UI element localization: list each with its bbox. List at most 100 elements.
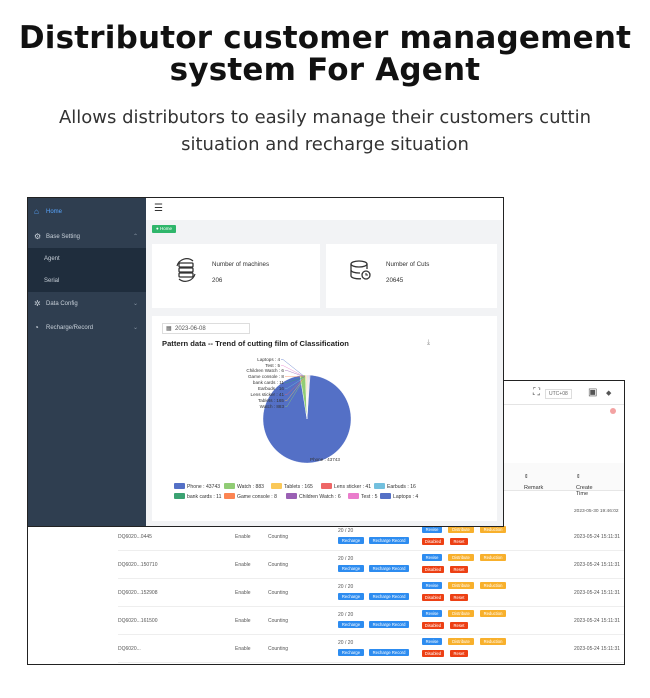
cell-serial: DQ6020...161500 bbox=[118, 618, 158, 624]
table-row[interactable]: DQ6020...0445 Enable Counting 20 / 20 2023-0… bbox=[118, 523, 624, 551]
cell-count: 20 / 20 bbox=[338, 612, 354, 618]
home-icon: ⌂ bbox=[34, 207, 39, 216]
chevron-up-icon: ⌃ bbox=[132, 234, 138, 240]
pie-label: Game console : 8 bbox=[248, 374, 284, 379]
revise-button[interactable]: Revise bbox=[422, 610, 442, 617]
distribute-button[interactable]: Distribute bbox=[448, 554, 474, 561]
sidebar-item-data-config[interactable]: ✲ Data Config ⌄ bbox=[28, 292, 146, 316]
legend-item[interactable]: Laptops : 4 bbox=[380, 492, 418, 501]
sidebar-item-agent[interactable]: Agent bbox=[28, 248, 146, 270]
legend-item[interactable]: Earbuds : 16 bbox=[374, 482, 416, 491]
pie-label: bank cards : 11 bbox=[253, 380, 285, 385]
legend-swatch bbox=[224, 482, 235, 489]
disabled-button[interactable]: Disabled bbox=[422, 650, 444, 657]
disabled-button[interactable]: Disabled bbox=[422, 538, 444, 545]
revise-button[interactable]: Revise bbox=[422, 638, 442, 645]
cell-serial: DQ6020... bbox=[118, 646, 141, 652]
revise-button[interactable]: Revise bbox=[422, 554, 442, 561]
recharge-button[interactable]: Recharge bbox=[338, 537, 364, 544]
breadcrumb[interactable]: ● Home bbox=[152, 225, 176, 233]
hero-subtitle: Allows distributors to easily manage the… bbox=[40, 104, 610, 158]
table-row[interactable]: DQ6020... Enable Counting 20 / 20 2023-05-24… bbox=[118, 635, 624, 663]
recharge-button[interactable]: Recharge bbox=[338, 621, 364, 628]
distribute-button[interactable]: Distribute bbox=[448, 638, 474, 645]
legend-swatch bbox=[374, 482, 385, 489]
column-remark[interactable]: Remark ⇕ bbox=[524, 474, 543, 491]
recharge-record-button[interactable]: Recharge Record bbox=[369, 649, 409, 656]
cell-create-time: 2023-05-24 15:11:31 bbox=[574, 562, 621, 568]
cell-status: Enable bbox=[235, 590, 251, 596]
recharge-record-button[interactable]: Recharge Record bbox=[369, 537, 409, 544]
hero-title-line2: system For Agent bbox=[169, 52, 481, 88]
cuts-value: 20645 bbox=[386, 277, 404, 284]
legend-label: bank cards : 11 bbox=[187, 494, 222, 500]
reduction-button[interactable]: Reduction bbox=[480, 554, 506, 561]
legend-item[interactable]: Game console : 8 bbox=[224, 492, 277, 501]
screen-icon[interactable]: ▣ bbox=[588, 387, 597, 398]
pie-label: Earbuds : 16 bbox=[258, 386, 284, 391]
pie-label: Laptops : 4 bbox=[257, 357, 280, 362]
reduction-button[interactable]: Reduction bbox=[480, 638, 506, 645]
pie-label: Tablets : 165 bbox=[258, 398, 284, 403]
legend-item[interactable]: bank cards : 11 bbox=[174, 492, 222, 501]
cuts-card: Number of Cuts 20645 bbox=[326, 244, 497, 308]
machines-title: Number of machines bbox=[212, 261, 270, 268]
cell-create-time: 2023-05-24 15:11:31 bbox=[574, 590, 621, 596]
cell-serial: DQ6020...150710 bbox=[118, 562, 158, 568]
fullscreen-icon[interactable]: ⛶ bbox=[533, 387, 540, 398]
recharge-record-button[interactable]: Recharge Record bbox=[369, 621, 409, 628]
disabled-button[interactable]: Disabled bbox=[422, 622, 444, 629]
sidebar-item-base-setting[interactable]: ⚙ Base Setting ⌃ bbox=[28, 225, 146, 249]
pie-label: Watch : 883 bbox=[260, 404, 285, 409]
chevron-down-icon: ⌄ bbox=[132, 325, 138, 331]
cell-state: Counting bbox=[268, 646, 289, 652]
first-row-time: 2023-05-30 19:46:02 bbox=[574, 509, 619, 514]
cell-count: 20 / 20 bbox=[338, 640, 354, 646]
reduction-button[interactable]: Reduction bbox=[480, 526, 506, 533]
legend-item[interactable]: Children Watch : 6 bbox=[286, 492, 341, 501]
table-row[interactable]: DQ6020...161500 Enable Counting 20 / 20 2023… bbox=[118, 607, 624, 635]
legend-item[interactable]: Phone : 43743 bbox=[174, 482, 220, 491]
recharge-button[interactable]: Recharge bbox=[338, 649, 364, 656]
recharge-button[interactable]: Recharge bbox=[338, 565, 364, 572]
revise-button[interactable]: Revise bbox=[422, 582, 442, 589]
reset-button[interactable]: Reset bbox=[450, 566, 468, 573]
distribute-button[interactable]: Distribute bbox=[448, 526, 474, 533]
timezone-select[interactable]: UTC+08 bbox=[545, 389, 572, 399]
sidebar-item-recharge-record[interactable]: ◔ Recharge/Record ⌄ bbox=[28, 316, 146, 340]
legend-item[interactable]: Watch : 883 bbox=[224, 482, 264, 491]
legend-item[interactable]: Tablets : 165 bbox=[271, 482, 313, 491]
distribute-button[interactable]: Distribute bbox=[448, 582, 474, 589]
pie-leader-line bbox=[285, 370, 306, 378]
cell-state: Counting bbox=[268, 534, 289, 540]
reset-button[interactable]: Reset bbox=[450, 538, 468, 545]
main-content: ☰ ● Home Number of machines 206 Number o… bbox=[146, 198, 503, 526]
sidebar-item-home[interactable]: ⌂ Home bbox=[28, 200, 146, 224]
reset-button[interactable]: Reset bbox=[450, 650, 468, 657]
legend-item[interactable]: Test : 5 bbox=[348, 492, 377, 501]
reduction-button[interactable]: Reduction bbox=[480, 582, 506, 589]
recharge-button[interactable]: Recharge bbox=[338, 593, 364, 600]
hero-title: Distributor customer management system F… bbox=[0, 22, 650, 86]
pie-label: Children Watch : 6 bbox=[246, 368, 284, 373]
sidebar-item-serial[interactable]: Serial bbox=[28, 270, 146, 292]
disabled-button[interactable]: Disabled bbox=[422, 594, 444, 601]
disabled-button[interactable]: Disabled bbox=[422, 566, 444, 573]
recharge-record-button[interactable]: Recharge Record bbox=[369, 593, 409, 600]
distribute-button[interactable]: Distribute bbox=[448, 610, 474, 617]
lock-icon[interactable]: ◆ bbox=[606, 389, 611, 397]
revise-button[interactable]: Revise bbox=[422, 526, 442, 533]
reset-button[interactable]: Reset bbox=[450, 594, 468, 601]
recharge-record-button[interactable]: Recharge Record bbox=[369, 565, 409, 572]
reset-button[interactable]: Reset bbox=[450, 622, 468, 629]
cell-create-time: 2023-05-24 15:11:31 bbox=[574, 646, 621, 652]
reduction-button[interactable]: Reduction bbox=[480, 610, 506, 617]
menu-toggle-icon[interactable]: ☰ bbox=[154, 203, 163, 214]
legend-item[interactable]: Lens sticker : 41 bbox=[321, 482, 371, 491]
avatar[interactable] bbox=[610, 408, 616, 414]
column-create-time[interactable]: Create Time ⇕ bbox=[576, 474, 593, 497]
table-row[interactable]: DQ6020...152908 Enable Counting 20 / 20 2023… bbox=[118, 579, 624, 607]
table-row[interactable]: DQ6020...150710 Enable Counting 20 / 20 2023… bbox=[118, 551, 624, 579]
cell-create-time: 2023-05-24 15:11:31 bbox=[574, 618, 621, 624]
legend-swatch bbox=[380, 492, 391, 499]
